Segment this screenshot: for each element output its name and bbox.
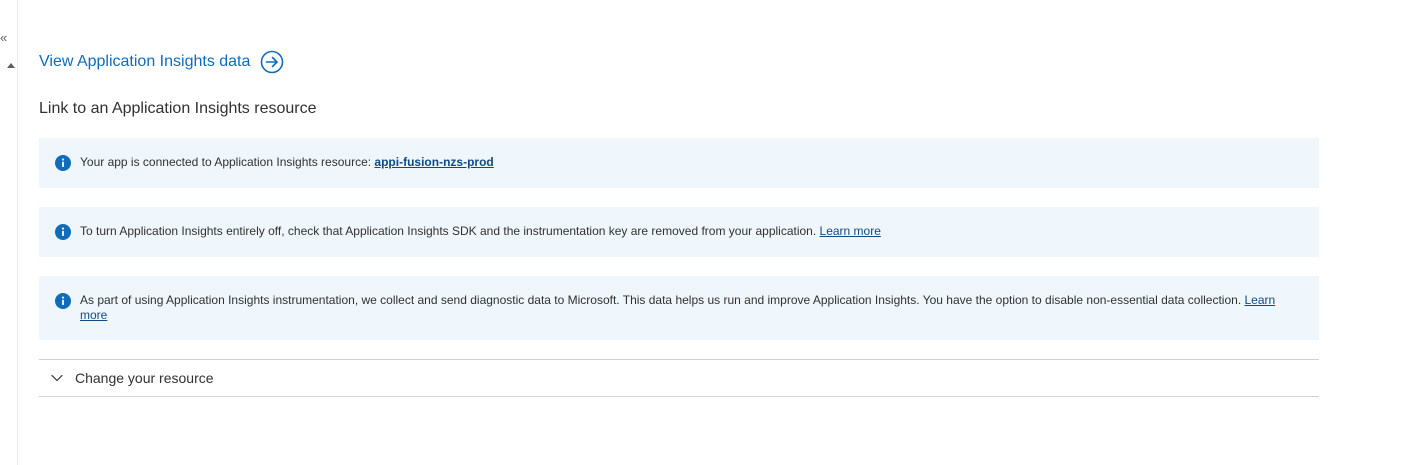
left-rail: « <box>0 0 18 465</box>
turn-off-info-banner: To turn Application Insights entirely of… <box>39 207 1319 257</box>
accordion-label: Change your resource <box>75 370 214 386</box>
data-collection-info-banner: As part of using Application Insights in… <box>39 276 1319 340</box>
view-link-label: View Application Insights data <box>39 53 251 70</box>
banner-message: To turn Application Insights entirely of… <box>80 224 881 239</box>
info-icon <box>55 155 71 171</box>
double-chevron-left-icon[interactable]: « <box>0 31 10 45</box>
resource-link[interactable]: appi-fusion-nzs-prod <box>374 155 493 169</box>
view-application-insights-link[interactable]: View Application Insights data <box>39 48 284 76</box>
scroll-up-arrow-icon[interactable] <box>7 63 15 68</box>
info-icon <box>55 293 71 309</box>
banner-text: Your app is connected to Application Ins… <box>80 155 372 169</box>
learn-more-link[interactable]: Learn more <box>820 224 881 238</box>
chevron-down-icon <box>51 374 63 382</box>
connected-resource-banner: Your app is connected to Application Ins… <box>39 138 1319 188</box>
banner-message: Your app is connected to Application Ins… <box>80 155 494 170</box>
section-title: Link to an Application Insights resource <box>39 100 317 117</box>
info-icon <box>55 224 71 240</box>
banner-text: As part of using Application Insights in… <box>80 293 1242 307</box>
banner-message: As part of using Application Insights in… <box>80 293 1279 323</box>
divider <box>39 396 1319 397</box>
circle-arrow-right-icon <box>261 50 284 74</box>
change-resource-accordion[interactable]: Change your resource <box>39 360 1319 396</box>
banner-text: To turn Application Insights entirely of… <box>80 224 817 238</box>
